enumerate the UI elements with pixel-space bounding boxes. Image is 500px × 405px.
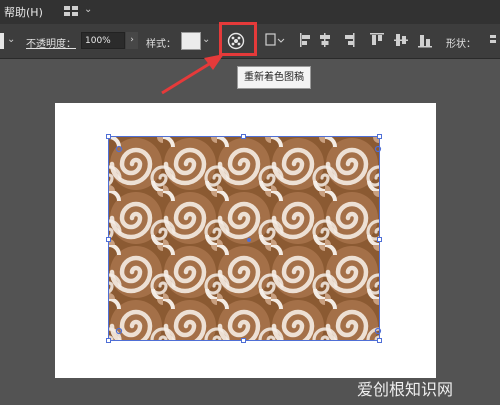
center-point xyxy=(247,238,251,242)
watermark: 爱创根知识网 xyxy=(357,380,454,399)
corner-widget[interactable] xyxy=(115,327,123,335)
corner-widget[interactable] xyxy=(115,145,123,153)
corner-widgets xyxy=(115,145,382,335)
corner-widget[interactable] xyxy=(374,327,382,335)
corner-widget[interactable] xyxy=(374,145,382,153)
